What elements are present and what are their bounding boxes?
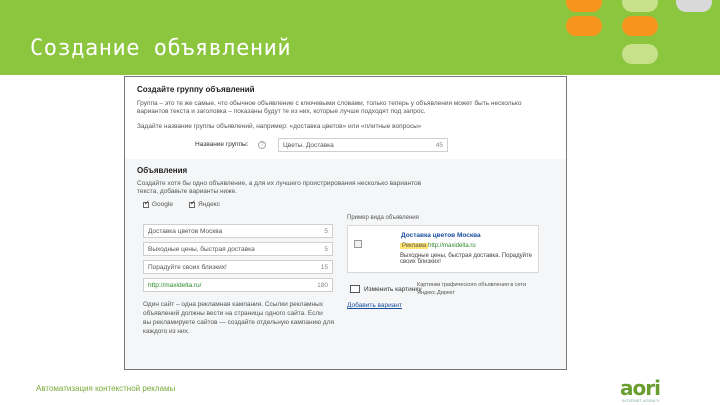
- ad-preview-card: Доставка цветов Москва Реклама http://ma…: [347, 225, 539, 273]
- decor-dot: [622, 44, 658, 64]
- ads-section: Объявления Создайте хотя бы одно объявле…: [125, 159, 566, 369]
- footer-note: Автоматизация контекстной рекламы: [36, 384, 176, 393]
- group-section: Создайте группу объявлений Группа – это …: [125, 77, 566, 157]
- image-note-line2: Яндекс.Директ: [417, 290, 455, 296]
- char-counter: 45: [435, 142, 443, 149]
- note-line1: Один сайт – одна рекламная кампания. Ссы…: [143, 301, 324, 308]
- preview-caption: Пример вида объявления: [347, 215, 419, 221]
- group-name-label: Название группы:: [195, 141, 249, 148]
- group-name-input[interactable]: Цветы. Доставка 45: [278, 138, 448, 152]
- preview-ad-text: Выходные цены, быстрая доставка. Порадуй…: [400, 253, 532, 265]
- ad-badge: Реклама: [400, 243, 429, 249]
- decor-dot: [676, 16, 712, 36]
- decor-dot: [566, 16, 602, 36]
- decor-dot: [676, 0, 712, 12]
- ad-title-value: Доставка цветов Москва: [148, 228, 223, 235]
- decor-dot: [566, 0, 602, 12]
- ad-url-value: http://maxidelta.ru/: [148, 282, 202, 289]
- ad-text-value: Выходные цены, быстрая доставка: [148, 246, 255, 253]
- preview-ad-title[interactable]: Доставка цветов Москва: [401, 232, 481, 239]
- google-checkbox[interactable]: [143, 199, 150, 208]
- ad-extra-text-input[interactable]: Порадуйте своих близких! 15: [143, 260, 333, 274]
- ad-title-input[interactable]: Доставка цветов Москва 5: [143, 224, 333, 238]
- decor-dot: [622, 16, 658, 36]
- group-hint: Задайте название группы объявлений, напр…: [137, 123, 422, 130]
- add-variant-link[interactable]: Добавить вариант: [347, 302, 402, 309]
- note-line4: каждого из них.: [143, 328, 190, 335]
- preview-ad-url[interactable]: http://maxidelta.ru: [428, 243, 476, 249]
- ad-text-input[interactable]: Выходные цены, быстрая доставка 5: [143, 242, 333, 256]
- note-line3: вы рекламируете сайтов — создайте отдель…: [143, 319, 335, 326]
- ads-desc-line2: текста, добавьте варианты ниже.: [137, 188, 237, 195]
- char-counter: 15: [320, 264, 328, 271]
- ad-extra-text-value: Порадуйте своих близких!: [148, 264, 227, 271]
- char-counter: 5: [324, 228, 328, 235]
- char-counter: 5: [324, 246, 328, 253]
- yandex-checkbox[interactable]: [189, 199, 196, 208]
- image-placeholder-icon: [354, 240, 362, 248]
- ad-url-input[interactable]: http://maxidelta.ru/ 180: [143, 278, 333, 292]
- yandex-label: Яндекс: [198, 201, 220, 208]
- decor-dot: [566, 44, 602, 64]
- group-heading: Создайте группу объявлений: [137, 85, 255, 94]
- ad-editor-screenshot: Создайте группу объявлений Группа – это …: [124, 76, 567, 370]
- google-label: Google: [152, 201, 173, 208]
- slide-header: Создание объявлений: [0, 0, 720, 75]
- image-icon[interactable]: [350, 285, 360, 293]
- note-line2: объявлений должны вести на страницы одно…: [143, 310, 323, 317]
- group-desc-line2: вариантов текста и заголовка – показаны …: [137, 108, 426, 115]
- ads-heading: Объявления: [137, 166, 188, 175]
- slide-title: Создание объявлений: [30, 36, 292, 61]
- char-counter: 180: [317, 282, 328, 289]
- change-image-button[interactable]: Изменить картинку: [364, 285, 422, 294]
- help-icon[interactable]: ?: [258, 141, 266, 149]
- group-name-value: Цветы. Доставка: [283, 142, 334, 149]
- logo-subtitle: INTERNET AGENCY: [622, 398, 660, 403]
- company-logo: aori: [620, 376, 661, 400]
- decor-dot: [622, 0, 658, 12]
